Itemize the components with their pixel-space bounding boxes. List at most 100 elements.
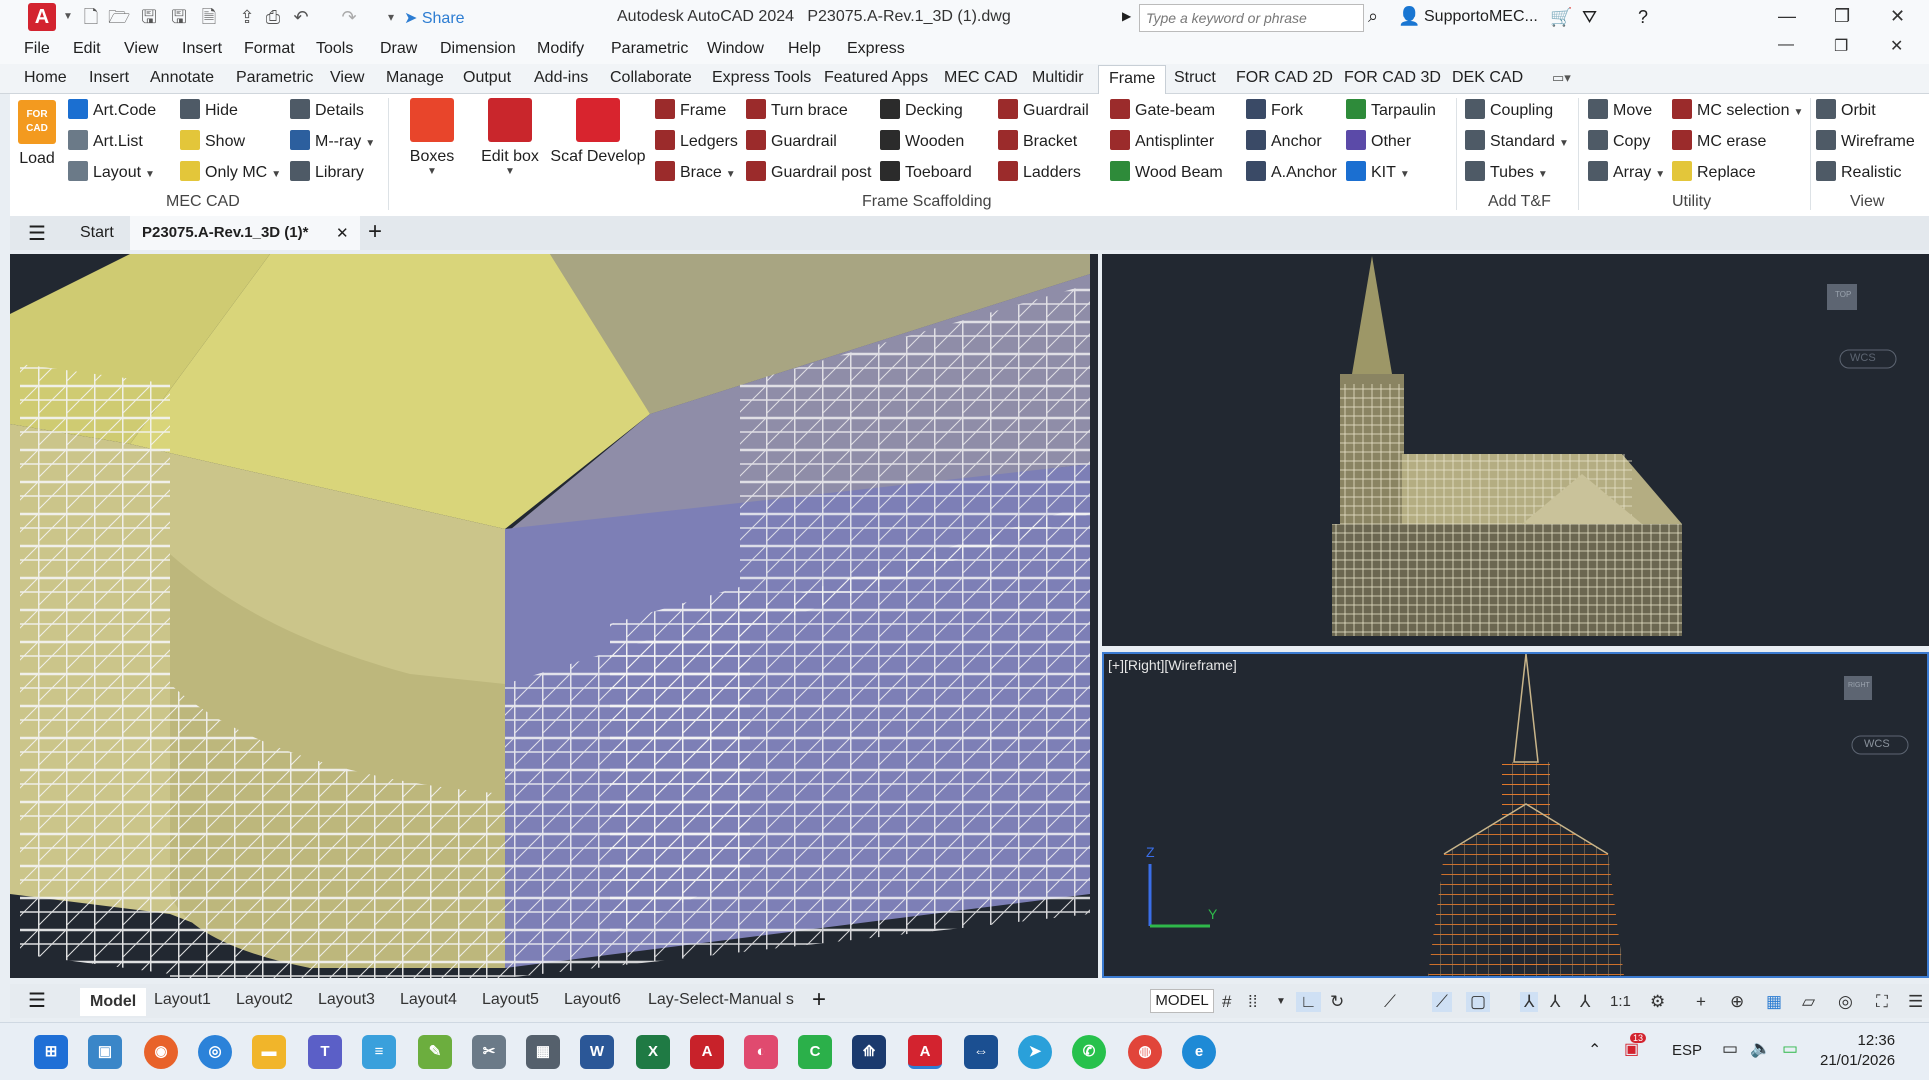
turnbrace-button[interactable]: Turn brace [746,98,848,124]
layout-tab-lay-select[interactable]: Lay-Select-Manual s [648,991,794,1009]
polar-icon[interactable]: ↻ [1330,992,1344,1012]
excel-icon[interactable]: X [636,1035,670,1069]
woodbeam-button[interactable]: Wood Beam [1110,160,1223,186]
frame-button[interactable]: Frame [655,98,726,124]
grid-icon[interactable]: # [1222,992,1231,1012]
close-tab-icon[interactable]: ✕ [336,224,349,242]
undo-icon[interactable]: ↶ [290,6,312,28]
chevron-down-icon[interactable]: ▼ [57,6,79,28]
user-account[interactable]: SupportoMEC... [1424,8,1538,26]
save-icon[interactable]: 🖫 [138,6,160,28]
artlist-button[interactable]: Art.List [68,129,143,155]
teams-icon[interactable]: T [308,1035,342,1069]
gear-icon[interactable]: ⚙ [1650,992,1665,1012]
viewport-label[interactable]: [+][Right][Wireframe] [1108,657,1237,673]
tab-dek-cad[interactable]: DEK CAD [1452,69,1523,87]
close-icon[interactable]: ✕ [1890,6,1905,27]
menu-modify[interactable]: Modify [537,40,584,58]
tab-multidir[interactable]: Multidir [1032,69,1084,87]
scafdevelop-button[interactable]: Scaf Develop [550,98,646,166]
customize-menu-icon[interactable]: ☰ [1908,992,1923,1012]
viewport-right-wireframe[interactable]: [+][Right][Wireframe] Z Y RIGHT WCS [1102,652,1929,978]
windows-start-icon[interactable]: ⊞ [34,1035,68,1069]
annotation-visibility-icon[interactable]: ⅄ [1520,992,1539,1012]
menu-draw[interactable]: Draw [380,40,417,58]
viewport-3d[interactable] [10,254,1098,978]
load-button[interactable]: FOR CAD Load [16,100,58,168]
osnap-icon[interactable]: ▢ [1466,992,1491,1012]
array-button[interactable]: Array ▼ [1588,160,1665,186]
snap-icon[interactable]: ⁞⁞ [1248,992,1257,1012]
tab-for-cad-3d[interactable]: FOR CAD 3D [1344,69,1441,87]
save-as-icon[interactable]: 🖫 [168,6,190,28]
customize-icon[interactable]: ▾ [380,6,402,28]
share-button[interactable]: ➤ Share [404,8,465,28]
acrobat-icon[interactable]: A [690,1035,724,1069]
plus-icon[interactable]: + [1696,992,1706,1012]
coupling-button[interactable]: Coupling [1465,98,1553,124]
tab-addins[interactable]: Add-ins [534,69,588,87]
tab-current-drawing[interactable]: P23075.A-Rev.1_3D (1)* ✕ [130,216,360,250]
user-icon[interactable]: 👤 [1398,6,1420,27]
annotation-scale-icon[interactable]: ⅄ [1550,992,1560,1012]
tab-collaborate[interactable]: Collaborate [610,69,692,87]
guardrail2-button[interactable]: Guardrail [998,98,1089,124]
minimize-icon[interactable]: — [1778,6,1796,27]
layout-tab-5[interactable]: Layout5 [482,991,539,1009]
redo-icon[interactable]: ↷ [338,6,360,28]
replace-button[interactable]: Replace [1672,160,1756,186]
copy-button[interactable]: Copy [1588,129,1650,155]
widgets-icon[interactable]: ▣ [88,1035,122,1069]
firefox-icon[interactable]: ◉ [144,1035,178,1069]
library-button[interactable]: Library [290,160,364,186]
layout-tab-2[interactable]: Layout2 [236,991,293,1009]
menu-window[interactable]: Window [707,40,764,58]
chevron-up-icon[interactable]: ⌃ [1588,1040,1601,1060]
tab-express-tools[interactable]: Express Tools [712,69,811,87]
show-button[interactable]: Show [180,129,245,155]
menu-insert[interactable]: Insert [182,40,222,58]
open-folder-icon[interactable]: 🗁 [108,6,130,28]
model-space-button[interactable]: MODEL [1150,989,1214,1013]
whatsapp-icon[interactable]: ✆ [1072,1035,1106,1069]
fullscreen-icon[interactable]: ⛶ [1876,992,1888,1012]
isodraft-icon[interactable]: ⟋ [1384,992,1396,1012]
wooden-button[interactable]: Wooden [880,129,964,155]
layout-tab-6[interactable]: Layout6 [564,991,621,1009]
isolate-icon[interactable]: ⊕ [1730,992,1744,1012]
mray-button[interactable]: M--ray ▼ [290,129,375,155]
kit-button[interactable]: KIT ▼ [1346,160,1410,186]
tarpaulin-button[interactable]: Tarpaulin [1346,98,1436,124]
calculator-icon[interactable]: ▦ [526,1035,560,1069]
standard-button[interactable]: Standard ▼ [1465,129,1569,155]
hamburger-menu-icon[interactable]: ☰ [28,988,46,1013]
menu-view[interactable]: View [124,40,158,58]
navigation-app-icon[interactable]: ⟰ [852,1035,886,1069]
tab-struct[interactable]: Struct [1174,69,1216,87]
teamviewer-icon[interactable]: ⇔ [964,1035,998,1069]
add-layout-icon[interactable]: + [812,986,826,1014]
edge-icon[interactable]: e [1182,1035,1216,1069]
ortho-icon[interactable]: ∟ [1296,992,1321,1012]
toeboard-button[interactable]: Toeboard [880,160,972,186]
wcs-label-right[interactable]: WCS [1864,738,1890,750]
tab-for-cad-2d[interactable]: FOR CAD 2D [1236,69,1333,87]
antisplinter-button[interactable]: Antisplinter [1110,129,1214,155]
bracket-button[interactable]: Bracket [998,129,1077,155]
scale-selector[interactable]: 1:1 [1610,993,1631,1010]
hardware-accel-icon[interactable]: ▦ [1766,992,1782,1012]
paint-icon[interactable]: ◐ [744,1035,778,1069]
search-icon[interactable]: ⌕ [1368,6,1378,27]
thunderbird-icon[interactable]: ◎ [198,1035,232,1069]
menu-parametric[interactable]: Parametric [611,40,688,58]
tab-featured-apps[interactable]: Featured Apps [824,69,928,87]
mcerase-button[interactable]: MC erase [1672,129,1766,155]
mcselection-button[interactable]: MC selection ▼ [1672,98,1803,124]
guardrail-button[interactable]: Guardrail [746,129,837,155]
restore-icon[interactable]: ❐ [1834,6,1850,27]
menu-express[interactable]: Express [847,40,905,58]
network-icon[interactable]: ▭ [1722,1039,1738,1059]
layout-tab-1[interactable]: Layout1 [154,991,211,1009]
chevron-right-icon[interactable]: ▶ [1122,9,1131,23]
menu-file[interactable]: File [24,40,50,58]
